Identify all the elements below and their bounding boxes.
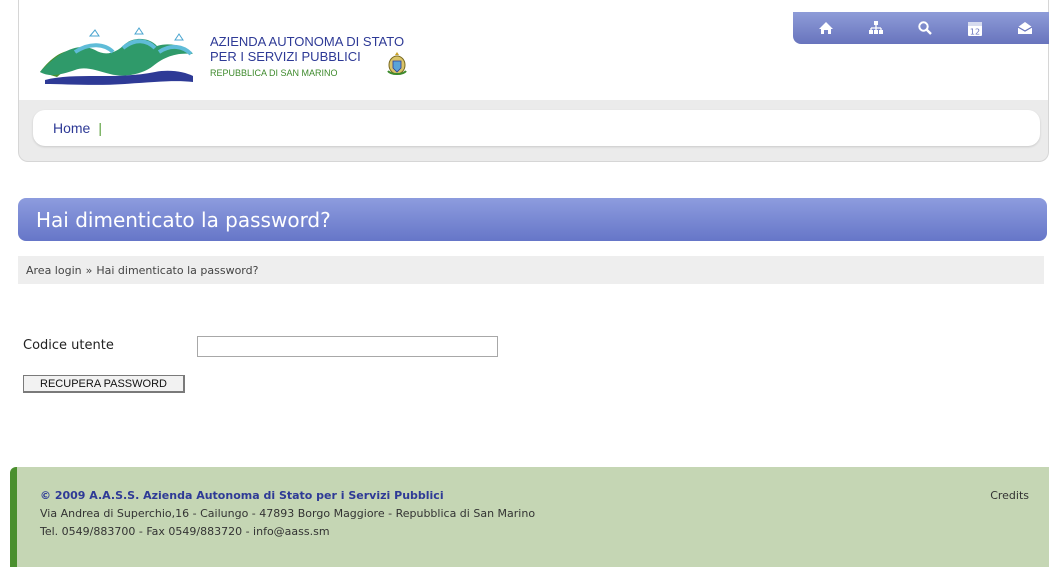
breadcrumb-current: Hai dimenticato la password? [96,263,259,277]
logo-icon[interactable] [35,22,195,86]
calendar-icon[interactable]: 12 [965,18,985,38]
home-icon[interactable] [816,18,836,38]
footer-address: Via Andrea di Superchio,16 - Cailungo - … [40,507,536,520]
mail-icon[interactable] [1015,18,1035,38]
user-code-label: Codice utente [23,338,114,353]
nav-separator: | [98,120,102,136]
coat-of-arms-icon [387,52,407,75]
sitemap-icon[interactable] [866,18,886,38]
site-header: AZIENDA AUTONOMA DI STATO PER I SERVIZI … [18,0,1049,162]
main-navigation: Home | [33,110,1040,146]
recover-password-button[interactable]: RECUPERA PASSWORD [23,375,185,393]
org-country: REPUBBLICA DI SAN MARINO [210,68,338,78]
search-icon[interactable] [915,18,935,38]
footer-contacts: Tel. 0549/883700 - Fax 0549/883720 - inf… [40,525,330,538]
breadcrumb: Area login » Hai dimenticato la password… [18,256,1044,284]
user-code-input[interactable] [197,336,498,357]
footer-copyright: © 2009 A.A.S.S. Azienda Autonoma di Stat… [40,489,444,502]
page-title: Hai dimenticato la password? [18,198,1047,241]
site-footer: © 2009 A.A.S.S. Azienda Autonoma di Stat… [10,467,1049,567]
breadcrumb-area-login-link[interactable]: Area login [26,264,82,277]
footer-credits-link[interactable]: Credits [990,489,1029,502]
footer-top-strip [10,455,1049,467]
organization-name: AZIENDA AUTONOMA DI STATO PER I SERVIZI … [210,34,404,78]
breadcrumb-separator: » [85,263,93,277]
nav-home-link[interactable]: Home [53,120,90,136]
org-name-line2: PER I SERVIZI PUBBLICI [210,49,361,64]
calendar-day: 12 [970,27,980,36]
quick-links-bar: 12 [793,12,1049,44]
page: AZIENDA AUTONOMA DI STATO PER I SERVIZI … [0,0,1049,567]
org-name-line1: AZIENDA AUTONOMA DI STATO [210,34,405,49]
